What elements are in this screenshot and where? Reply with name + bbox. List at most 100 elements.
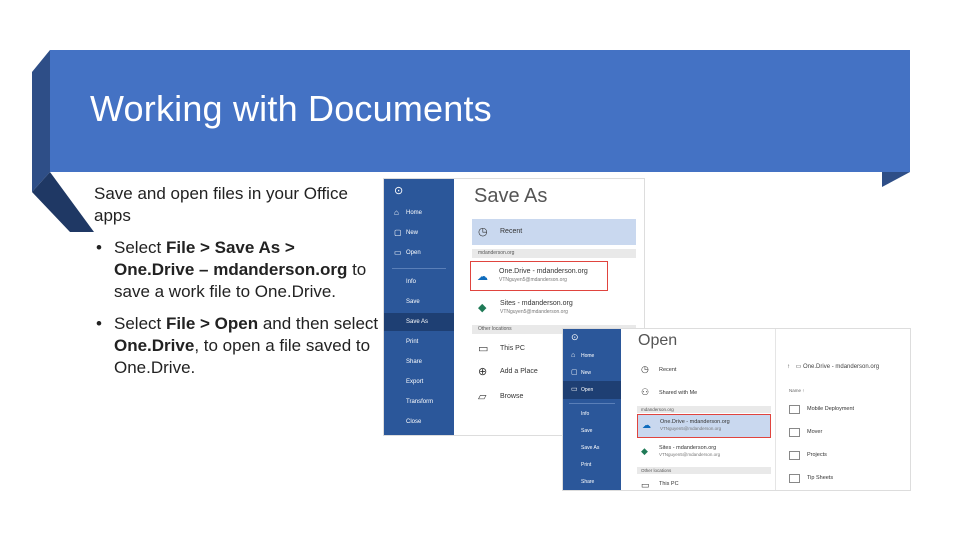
folder-row[interactable]: Projects [787, 447, 902, 465]
location-label: Sites - mdanderson.org [500, 300, 573, 307]
breadcrumb-label[interactable]: One.Drive - mdanderson.org [803, 364, 879, 370]
onedrive-cloud-icon: ☁ [477, 271, 488, 283]
location-label: Recent [500, 228, 523, 235]
folder-icon [789, 474, 800, 483]
nav-label: Home [406, 210, 423, 216]
nav-label: Save [406, 299, 420, 305]
open-title: Open [638, 332, 678, 349]
location-email: VTNguyen5@mdanderson.org [659, 452, 721, 457]
nav-save-as[interactable]: Save As [384, 313, 454, 331]
nav-print[interactable]: Print [384, 333, 454, 351]
folder-icon [789, 428, 800, 437]
bullet-dot: • [96, 314, 102, 333]
clock-icon: ◷ [478, 226, 488, 238]
computer-icon: ▭ [641, 480, 650, 490]
sharepoint-sites-icon: ◆ [641, 446, 648, 456]
nav-save[interactable]: Save [384, 293, 454, 311]
sharepoint-sites-icon: ◆ [478, 302, 487, 314]
location-label: One.Drive - mdanderson.org [660, 419, 730, 425]
nav-save-as[interactable]: Save As [563, 439, 621, 457]
nav-info[interactable]: Info [384, 273, 454, 291]
location-this-pc[interactable]: ▭ This PC [637, 475, 771, 490]
save-as-title: Save As [474, 185, 548, 207]
slide-title: Working with Documents [90, 88, 492, 129]
browse-folder-icon: ▱ [478, 391, 487, 403]
location-label: Sites - mdanderson.org [659, 445, 717, 451]
nav-save[interactable]: Save [563, 422, 621, 440]
nav-label: Open [581, 387, 594, 393]
intro-text: Save and open files in your Office apps [94, 184, 348, 225]
bullet-bold: One.Drive [114, 336, 195, 355]
onedrive-cloud-icon: ☁ [642, 420, 651, 430]
nav-label: Save [581, 428, 593, 434]
nav-share[interactable]: Share [384, 353, 454, 371]
folder-icon [789, 451, 800, 460]
slide-body: Save and open files in your Office apps … [94, 183, 379, 389]
folder-row[interactable]: Mobile Deployment [787, 401, 902, 419]
nav-label: Save As [406, 319, 429, 325]
section-header-other: Other locations [637, 467, 771, 474]
folder-icon [789, 405, 800, 414]
back-arrow-icon[interactable]: ⊙ [394, 184, 403, 197]
folder-row[interactable]: Mover [787, 424, 902, 442]
nav-label: Close [406, 419, 422, 425]
location-email: VTNguyen5@mdanderson.org [500, 309, 568, 315]
nav-label: Print [406, 339, 419, 345]
name-column-header[interactable]: Name ↑ [789, 388, 805, 393]
bullet-open: • Select File > Open and then select One… [94, 313, 379, 379]
new-doc-icon: ▢ [394, 228, 402, 237]
back-arrow-icon[interactable]: ⊙ [571, 332, 579, 343]
nav-label: Share [581, 479, 595, 485]
location-onedrive[interactable]: ☁ One.Drive - mdanderson.org VTNguyen5@m… [470, 261, 608, 291]
location-label: Browse [500, 393, 524, 400]
computer-icon: ▭ [478, 343, 489, 355]
nav-home[interactable]: ⌂ Home [563, 347, 621, 365]
section-header-org: mdanderson.org [472, 249, 636, 258]
nav-label: Export [406, 379, 424, 385]
nav-transform[interactable]: Transform [384, 393, 454, 411]
backstage-sidebar: ⊙ ⌂ Home ▢ New ▭ Open Info Save Save As Pri… [384, 179, 454, 435]
folder-open-icon: ▭ [571, 386, 578, 393]
bullet-text: Select [114, 238, 166, 257]
location-shared[interactable]: ⚇ Shared with Me [637, 382, 771, 404]
nav-label: Info [406, 279, 417, 285]
location-label: This PC [659, 481, 679, 487]
nav-label: Print [581, 462, 592, 468]
shared-people-icon: ⚇ [641, 387, 650, 397]
nav-close[interactable]: Close [384, 413, 454, 431]
up-arrow-icon[interactable]: ↑ [787, 364, 790, 370]
bullet-dot: • [96, 238, 102, 257]
location-recent[interactable]: ◷ Recent [637, 359, 771, 381]
nav-new[interactable]: ▢ New [563, 364, 621, 382]
location-onedrive[interactable]: ☁ One.Drive - mdanderson.org VTNguyen5@m… [637, 414, 771, 438]
nav-label: Share [406, 359, 423, 365]
location-label: This PC [500, 345, 525, 352]
location-recent[interactable]: ◷ Recent [472, 219, 636, 245]
location-label: Add a Place [500, 368, 538, 375]
globe-icon: ⊕ [478, 366, 488, 378]
nav-label: New [406, 230, 419, 236]
nav-share[interactable]: Share [563, 473, 621, 490]
folder-outline-icon: ▭ [795, 364, 802, 370]
folder-name: Projects [807, 452, 827, 458]
bullet-bold: File > Open [165, 314, 259, 333]
location-sites[interactable]: ◆ Sites - mdanderson.org VTNguyen5@mdand… [472, 295, 636, 321]
folder-row[interactable]: Tip Sheets [787, 470, 902, 488]
location-label: Recent [659, 367, 677, 373]
nav-divider [392, 268, 446, 269]
nav-info[interactable]: Info [563, 405, 621, 423]
nav-home[interactable]: ⌂ Home [384, 204, 454, 222]
location-sites[interactable]: ◆ Sites - mdanderson.org VTNguyen5@mdand… [637, 441, 771, 463]
new-doc-icon: ▢ [571, 369, 578, 376]
nav-print[interactable]: Print [563, 456, 621, 474]
nav-open[interactable]: ▭ Open [563, 381, 621, 399]
folder-open-icon: ▭ [394, 248, 402, 257]
nav-open[interactable]: ▭ Open [384, 244, 454, 262]
nav-label: New [581, 370, 592, 376]
nav-label: Open [406, 250, 421, 256]
nav-label: Transform [406, 399, 434, 405]
pane-divider [775, 329, 776, 490]
location-email: VTNguyen5@mdanderson.org [499, 277, 567, 283]
nav-export[interactable]: Export [384, 373, 454, 391]
nav-new[interactable]: ▢ New [384, 224, 454, 242]
